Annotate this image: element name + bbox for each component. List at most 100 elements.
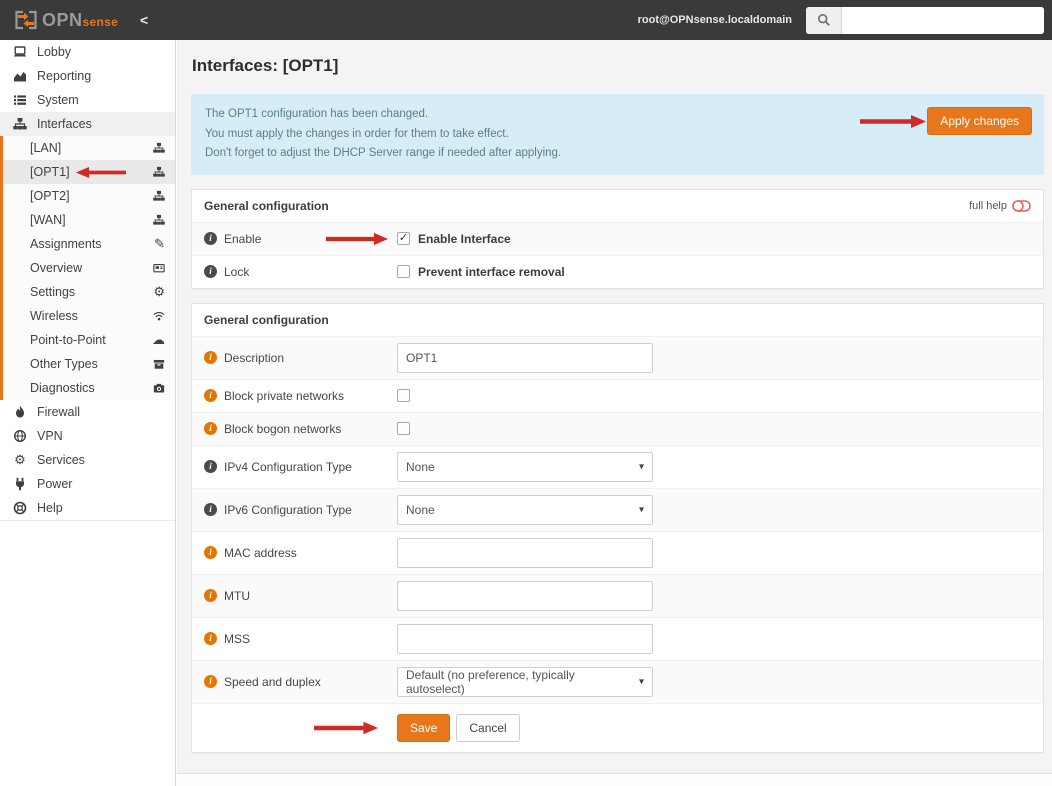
panel-title: General configuration	[204, 313, 329, 327]
caret-down-icon: ▾	[639, 504, 644, 515]
sidebar-item-system[interactable]: System	[0, 88, 175, 112]
opnsense-logo[interactable]: OPNsense	[14, 10, 118, 31]
sidebar-item-reporting[interactable]: Reporting	[0, 64, 175, 88]
sidebar-item-other-types[interactable]: Other Types	[3, 352, 175, 376]
sidebar-item-opt1[interactable]: [OPT1]	[3, 160, 175, 184]
sidebar-item-opt2[interactable]: [OPT2]	[3, 184, 175, 208]
annotation-arrow-save	[314, 721, 378, 734]
sidebar-item-label: System	[37, 93, 79, 107]
top-header: OPNsense < root@OPNsense.localdomain	[0, 0, 1052, 40]
field-label: MSS	[224, 632, 250, 646]
enable-interface-checkbox[interactable]: ✓	[397, 232, 410, 245]
logged-in-user: root@OPNsense.localdomain	[638, 14, 792, 26]
field-label: MAC address	[224, 546, 297, 560]
enable-interface-caption[interactable]: Enable Interface	[418, 232, 511, 246]
cancel-button[interactable]: Cancel	[456, 714, 519, 742]
wifi-icon	[153, 310, 165, 322]
info-icon[interactable]	[204, 389, 217, 402]
annotation-arrow-enable	[326, 232, 388, 245]
field-label: Enable	[224, 232, 261, 246]
opnsense-app: OPNsense < root@OPNsense.localdomain Lob…	[0, 0, 1052, 786]
mac-address-input[interactable]	[397, 538, 653, 568]
block-bogon-checkbox[interactable]	[397, 422, 410, 435]
sitemap-icon	[153, 190, 165, 202]
sidebar-item-label: Reporting	[37, 69, 91, 83]
full-help-label: full help	[969, 200, 1007, 212]
page-footer: OPNsense (c) 2014-2019 Deciso B.V.	[177, 773, 1052, 786]
sidebar-item-lobby[interactable]: Lobby	[0, 40, 175, 64]
sidebar-item-assignments[interactable]: Assignments ✎	[3, 232, 175, 256]
field-label: Lock	[224, 265, 249, 279]
field-label: Description	[224, 351, 284, 365]
sidebar-item-services[interactable]: ⚙ Services	[0, 448, 175, 472]
enable-row: Enable ✓ Enable Interface	[192, 222, 1043, 255]
sidebar-item-point-to-point[interactable]: Point-to-Point ☁	[3, 328, 175, 352]
sidebar-item-label: Wireless	[30, 309, 78, 323]
info-icon[interactable]	[204, 589, 217, 602]
prevent-removal-caption[interactable]: Prevent interface removal	[418, 265, 565, 279]
apply-changes-button[interactable]: Apply changes	[927, 107, 1032, 135]
logo-text: OPN	[42, 10, 83, 31]
opnsense-logo-icon	[14, 10, 38, 30]
sitemap-icon	[153, 166, 165, 178]
sitemap-icon	[12, 117, 28, 131]
sidebar-item-firewall[interactable]: Firewall	[0, 400, 175, 424]
sidebar-item-label: VPN	[37, 429, 63, 443]
ipv6-type-select[interactable]: None ▾	[397, 495, 653, 525]
description-input[interactable]	[397, 343, 653, 373]
search-input[interactable]	[842, 7, 1044, 34]
ipv4-type-row: IPv4 Configuration Type None ▾	[192, 445, 1043, 488]
info-icon[interactable]	[204, 232, 217, 245]
lock-row: Lock Prevent interface removal	[192, 255, 1043, 288]
sidebar-item-overview[interactable]: Overview	[3, 256, 175, 280]
info-icon[interactable]	[204, 460, 217, 473]
sidebar-item-label: Power	[37, 477, 72, 491]
prevent-removal-checkbox[interactable]	[397, 265, 410, 278]
sidebar-item-diagnostics[interactable]: Diagnostics	[3, 376, 175, 400]
info-icon[interactable]	[204, 265, 217, 278]
globe-icon	[12, 429, 28, 443]
form-actions-row: Save Cancel	[192, 703, 1043, 752]
sidebar-item-label: Help	[37, 501, 63, 515]
camera-icon	[153, 382, 165, 394]
logo-accent-text: sense	[83, 15, 119, 29]
mtu-input[interactable]	[397, 581, 653, 611]
info-icon[interactable]	[204, 546, 217, 559]
mss-input[interactable]	[397, 624, 653, 654]
ipv4-type-select[interactable]: None ▾	[397, 452, 653, 482]
sidebar-item-interfaces[interactable]: Interfaces	[0, 112, 175, 136]
info-icon[interactable]	[204, 632, 217, 645]
selected-value: None	[406, 460, 435, 474]
sidebar-item-label: [WAN]	[30, 213, 66, 227]
archive-icon	[153, 358, 165, 370]
save-button[interactable]: Save	[397, 714, 450, 742]
toggle-off-icon	[1012, 200, 1031, 212]
full-help-toggle[interactable]: full help	[969, 200, 1031, 212]
info-icon[interactable]	[204, 675, 217, 688]
speed-duplex-select[interactable]: Default (no preference, typically autose…	[397, 667, 653, 697]
list-icon	[12, 93, 28, 107]
field-label: Block private networks	[224, 389, 344, 403]
sidebar-item-label: Overview	[30, 261, 82, 275]
gears-icon: ⚙	[153, 285, 165, 299]
annotation-arrow-opt1	[76, 167, 126, 178]
block-private-row: Block private networks	[192, 379, 1043, 412]
sidebar-item-lan[interactable]: [LAN]	[3, 136, 175, 160]
sidebar-item-vpn[interactable]: VPN	[0, 424, 175, 448]
mac-address-row: MAC address	[192, 531, 1043, 574]
info-icon[interactable]	[204, 351, 217, 364]
info-icon[interactable]	[204, 422, 217, 435]
sidebar-item-label: [OPT2]	[30, 189, 70, 203]
sidebar-item-label: Point-to-Point	[30, 333, 106, 347]
sidebar-item-wireless[interactable]: Wireless	[3, 304, 175, 328]
info-icon[interactable]	[204, 503, 217, 516]
speed-duplex-row: Speed and duplex Default (no preference,…	[192, 660, 1043, 703]
field-label: IPv4 Configuration Type	[224, 460, 352, 474]
block-private-checkbox[interactable]	[397, 389, 410, 402]
sidebar-item-help[interactable]: Help	[0, 496, 175, 520]
sidebar-item-settings[interactable]: Settings ⚙	[3, 280, 175, 304]
sidebar-item-wan[interactable]: [WAN]	[3, 208, 175, 232]
sidebar-collapse-toggle[interactable]: <	[140, 12, 148, 28]
sidebar-item-power[interactable]: Power	[0, 472, 175, 496]
sidebar-item-label: Diagnostics	[30, 381, 95, 395]
